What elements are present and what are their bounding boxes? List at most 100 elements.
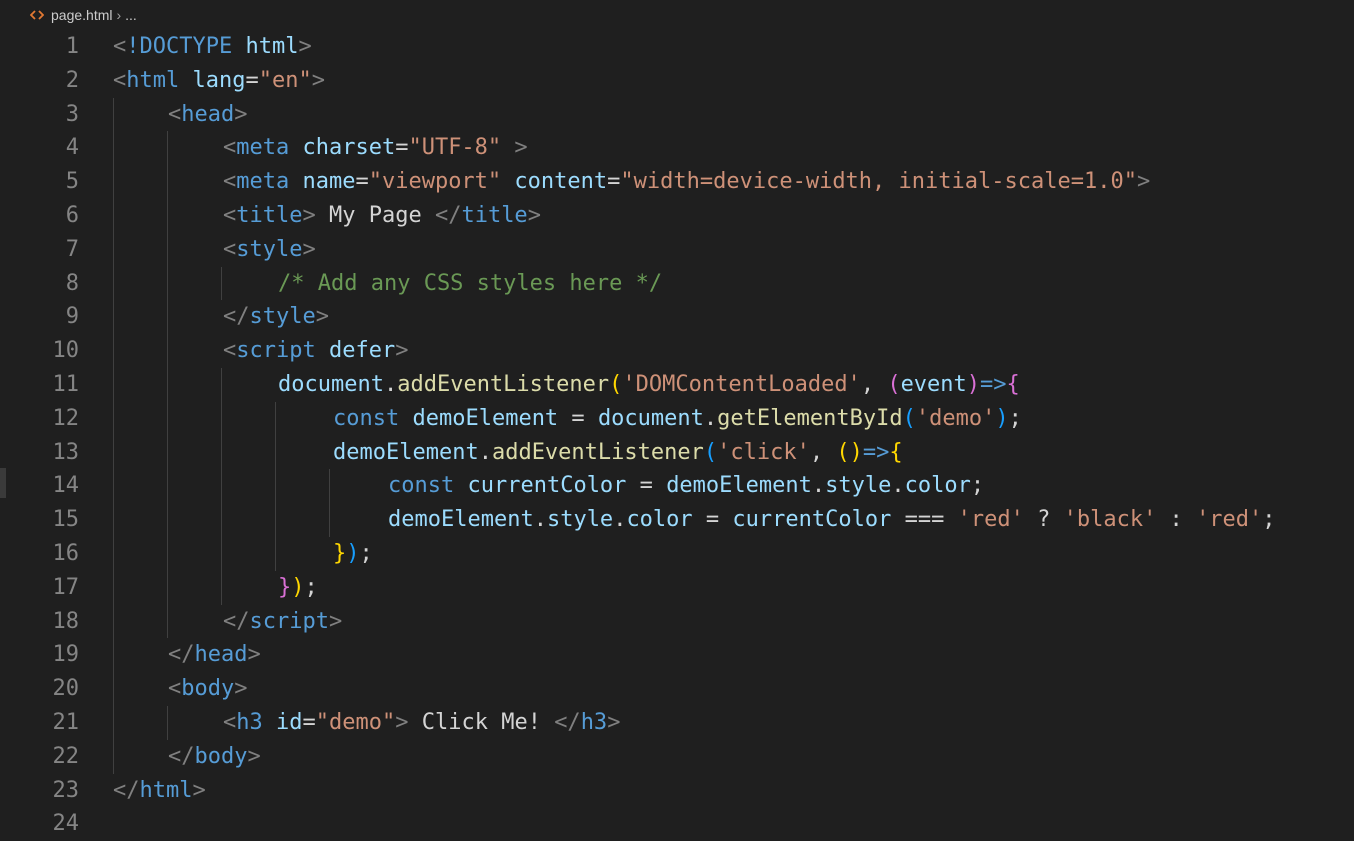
code-line[interactable]: 8 /* Add any CSS styles here */: [0, 266, 1354, 301]
code-line[interactable]: 22 </body>: [0, 739, 1354, 774]
code-token: >: [247, 642, 261, 668]
code-line[interactable]: 10 <script defer>: [0, 334, 1354, 368]
breadcrumb-file[interactable]: page.html: [51, 7, 112, 23]
indent-guide: [113, 300, 114, 335]
code-line[interactable]: 18 </script>: [0, 604, 1354, 639]
code-token: style: [236, 236, 303, 262]
code-token: >: [311, 67, 325, 93]
code-token: charset: [302, 135, 396, 161]
indent-guide: [113, 705, 114, 740]
code-token: /* Add any CSS styles here */: [278, 270, 663, 296]
code-token: demoElement: [666, 473, 812, 499]
line-content: </script>: [223, 605, 342, 639]
code-token: </: [223, 608, 250, 634]
code-line[interactable]: 17});: [0, 570, 1354, 605]
code-token: </: [434, 202, 462, 228]
code-token: 'DOMContentLoaded': [622, 371, 861, 397]
code-token: head: [194, 642, 248, 668]
line-number: 8: [65, 270, 79, 296]
code-line[interactable]: 23 </html>: [0, 774, 1354, 808]
code-line[interactable]: 14 const currentColor = demoElement.style…: [0, 469, 1354, 504]
code-line[interactable]: 3 <head>: [0, 97, 1354, 132]
code-line[interactable]: 12 const demoElement = document.getElemen…: [0, 401, 1354, 436]
breadcrumb-separator: ›: [116, 7, 122, 23]
code-line[interactable]: 1 <!DOCTYPE html>: [0, 30, 1354, 64]
code-token: name: [302, 169, 356, 195]
line-content: demoElement.addEventListener('click', ()…: [333, 436, 903, 470]
breadcrumb-more[interactable]: ...: [125, 7, 137, 23]
code-token: =: [558, 405, 598, 431]
indent-guide: [275, 503, 276, 537]
code-token: Click Me!: [408, 709, 555, 735]
code-token: defer: [328, 338, 396, 364]
code-token: </: [168, 642, 195, 668]
code-line[interactable]: 9 </style>: [0, 300, 1354, 335]
code-token: ;: [970, 473, 985, 499]
indent-guide: [275, 536, 276, 571]
line-content: <body>: [168, 672, 247, 706]
code-token: "viewport": [368, 169, 502, 195]
code-line[interactable]: 4 <meta charset="UTF-8" >: [0, 131, 1354, 166]
line-number: 6: [65, 202, 79, 228]
line-number: 14: [52, 473, 80, 499]
code-token: demoElement: [412, 405, 559, 431]
code-token: "UTF-8": [408, 135, 502, 161]
code-token: >: [298, 34, 312, 59]
indent-guide: [221, 503, 222, 537]
line-content: const demoElement = document.getElementB…: [333, 402, 1022, 436]
code-line[interactable]: 2 <html lang="en">: [0, 64, 1354, 98]
code-editor[interactable]: page.html › ... 1 <!DOCTYPE html> 2 <html l…: [0, 0, 1354, 841]
code-line[interactable]: 11 document.addEventListener('DOMContentL…: [0, 367, 1354, 402]
code-token: ,: [809, 439, 837, 465]
code-token: {: [889, 439, 903, 465]
line-content: const currentColor = demoElement.style.c…: [388, 469, 984, 503]
code-token: script: [249, 608, 329, 634]
code-line[interactable]: 24: [0, 807, 1354, 841]
code-token: ): [346, 540, 360, 566]
code-line[interactable]: 15 demoElement.style.color = currentColor…: [0, 503, 1354, 537]
code-token: color: [904, 473, 971, 499]
line-number: 7: [65, 236, 79, 262]
indent-guide: [275, 469, 276, 504]
indent-guide: [113, 232, 114, 267]
code-token: ===: [891, 507, 958, 533]
line-content: </style>: [223, 300, 329, 334]
code-token: >: [607, 709, 621, 735]
code-line[interactable]: 16});: [0, 536, 1354, 571]
indent-guide: [113, 435, 114, 470]
indent-guide: [113, 469, 114, 504]
code-line[interactable]: 13 demoElement.addEventListener('click', …: [0, 435, 1354, 470]
code-line[interactable]: 21 <h3 id="demo"> Click Me! </h3>: [0, 705, 1354, 740]
code-token: html: [245, 34, 299, 59]
code-line[interactable]: 6 <title> My Page </title>: [0, 198, 1354, 233]
line-number: 3: [65, 101, 79, 127]
indent-guide: [167, 131, 168, 166]
code-line[interactable]: 19 </head>: [0, 638, 1354, 673]
code-line[interactable]: 5 <meta name="viewport" content="width=de…: [0, 165, 1354, 199]
code-token: "demo": [315, 709, 396, 735]
line-content: });: [333, 537, 373, 571]
line-number: 19: [52, 642, 80, 668]
code-token: currentColor: [732, 507, 892, 533]
code-token: <: [223, 709, 237, 735]
code-token: (: [703, 439, 718, 465]
indent-guide: [113, 266, 114, 301]
code-token: "width=device-width, initial-scale=1.0": [620, 169, 1137, 195]
code-token: h3: [580, 709, 608, 735]
code-token: (): [836, 439, 863, 465]
code-token: =: [245, 67, 259, 93]
line-content: </head>: [168, 638, 261, 672]
line-number: 9: [65, 304, 79, 330]
code-token: >: [247, 743, 261, 769]
code-token: addEventListener: [491, 439, 704, 465]
code-line[interactable]: 20 <body>: [0, 672, 1354, 706]
code-token: 'black': [1063, 507, 1157, 533]
code-token: ): [291, 574, 305, 600]
code-token: (: [609, 371, 623, 397]
code-line[interactable]: 7 <style>: [0, 232, 1354, 267]
line-number: 22: [52, 743, 80, 769]
code-area[interactable]: 1 <!DOCTYPE html> 2 <html lang="en"> 3 <head>…: [0, 30, 1354, 841]
code-token: >: [315, 304, 329, 330]
